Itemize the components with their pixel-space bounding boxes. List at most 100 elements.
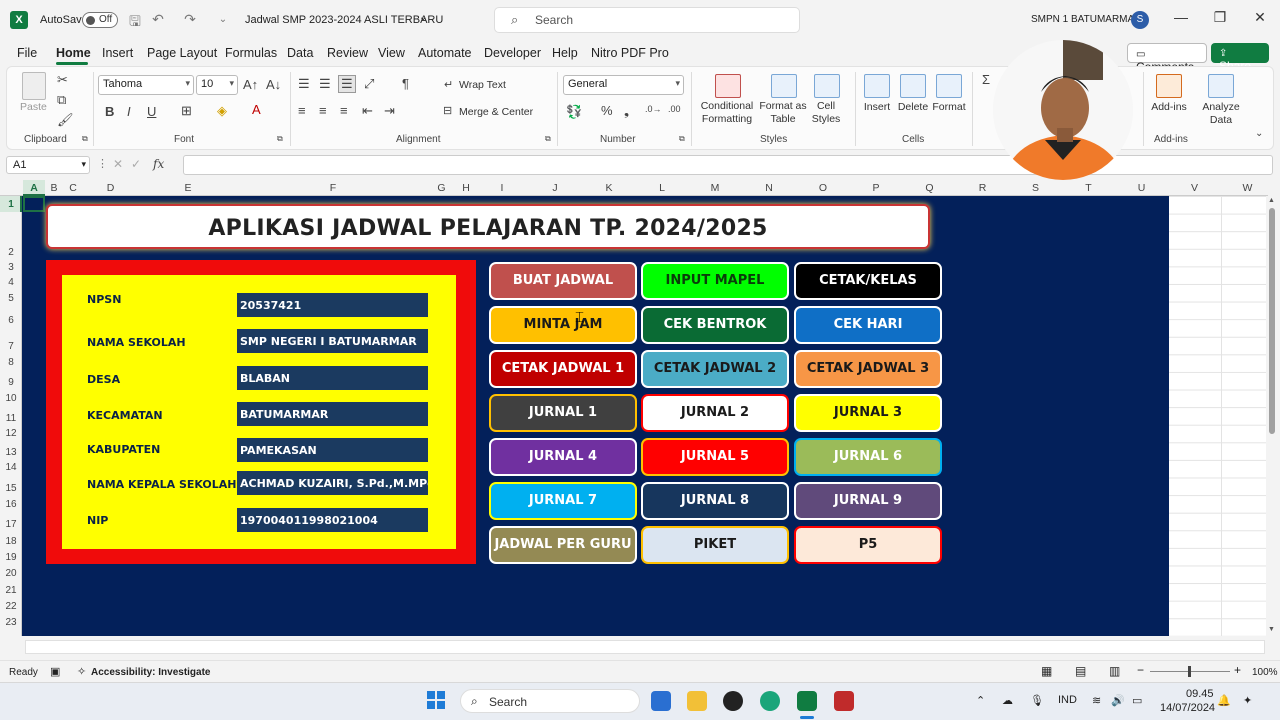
number-format-select[interactable]: General ▾ bbox=[563, 75, 684, 95]
conditional-formatting-icon[interactable] bbox=[715, 74, 741, 98]
cek-hari-button[interactable]: CEK HARI bbox=[794, 306, 942, 344]
tab-data[interactable]: Data bbox=[287, 46, 313, 60]
row-header[interactable]: 15 bbox=[0, 483, 22, 494]
tab-help[interactable]: Help bbox=[552, 46, 578, 60]
row-header[interactable]: 23 bbox=[0, 617, 22, 628]
column-header[interactable]: B bbox=[45, 182, 63, 194]
orientation-icon[interactable]: ⤢ bbox=[364, 76, 374, 92]
piket-button[interactable]: PIKET bbox=[641, 526, 789, 564]
column-header[interactable]: D bbox=[83, 182, 138, 194]
column-header[interactable]: F bbox=[238, 182, 428, 194]
row-header[interactable]: 18 bbox=[0, 536, 22, 547]
tab-insert[interactable]: Insert bbox=[102, 46, 133, 60]
jurnal-6-button[interactable]: JURNAL 6 bbox=[794, 438, 942, 476]
vertical-scroll-thumb[interactable] bbox=[1269, 208, 1275, 434]
column-header[interactable]: I bbox=[477, 182, 527, 194]
clipboard-launcher-icon[interactable]: ⧉ bbox=[82, 134, 88, 144]
jurnal-8-button[interactable]: JURNAL 8 bbox=[641, 482, 789, 520]
column-header[interactable]: A bbox=[24, 182, 44, 194]
file-explorer-icon[interactable] bbox=[687, 691, 707, 711]
copilot-icon[interactable]: ✦ bbox=[1243, 694, 1252, 707]
tab-developer[interactable]: Developer bbox=[484, 46, 541, 60]
paste-icon[interactable] bbox=[22, 72, 46, 100]
info-value-village[interactable]: BLABAN bbox=[237, 366, 428, 390]
analyze-data-button[interactable]: Analyze Data bbox=[1196, 101, 1246, 127]
info-value-district[interactable]: BATUMARMAR bbox=[237, 402, 428, 426]
column-header[interactable]: W bbox=[1221, 182, 1274, 194]
jurnal-1-button[interactable]: JURNAL 1 bbox=[489, 394, 637, 432]
row-header[interactable]: 13 bbox=[0, 447, 22, 458]
autosave-toggle[interactable]: Off bbox=[82, 12, 118, 28]
row-header[interactable]: 6 bbox=[0, 315, 22, 326]
cetak-jadwal-1-button[interactable]: CETAK JADWAL 1 bbox=[489, 350, 637, 388]
align-middle-icon[interactable]: ☰ bbox=[319, 76, 331, 92]
jurnal-3-button[interactable]: JURNAL 3 bbox=[794, 394, 942, 432]
row-header[interactable]: 12 bbox=[0, 428, 22, 439]
tab-nitro-pdf[interactable]: Nitro PDF Pro bbox=[591, 46, 669, 60]
close-icon[interactable]: ✕ bbox=[1245, 9, 1275, 26]
comments-button[interactable]: ▭ Comments bbox=[1127, 43, 1207, 74]
clock-date[interactable]: 14/07/2024 bbox=[1160, 702, 1215, 714]
wifi-icon[interactable]: ≋ bbox=[1092, 694, 1101, 707]
row-header[interactable]: 19 bbox=[0, 552, 22, 563]
analyze-data-icon[interactable] bbox=[1208, 74, 1234, 98]
info-value-regency[interactable]: PAMEKASAN bbox=[237, 438, 428, 462]
align-top-icon[interactable]: ☰ bbox=[298, 76, 310, 92]
zoom-slider-thumb[interactable] bbox=[1188, 666, 1191, 677]
column-header[interactable]: S bbox=[1009, 182, 1062, 194]
row-header[interactable]: 11 bbox=[0, 413, 22, 424]
format-as-table-button[interactable]: Format as Table bbox=[758, 100, 808, 126]
format-table-icon[interactable] bbox=[771, 74, 797, 98]
cetak-kelas-button[interactable]: CETAK/KELAS bbox=[794, 262, 942, 300]
autosum-icon[interactable]: Σ bbox=[982, 72, 990, 87]
number-launcher-icon[interactable]: ⧉ bbox=[679, 134, 685, 144]
cell-styles-icon[interactable] bbox=[814, 74, 840, 98]
tab-file[interactable]: File bbox=[17, 46, 37, 60]
bold-icon[interactable]: B bbox=[105, 104, 114, 119]
row-header[interactable]: 21 bbox=[0, 585, 22, 596]
search-box[interactable]: ⌕ Search bbox=[494, 7, 800, 33]
tab-review[interactable]: Review bbox=[327, 46, 368, 60]
jurnal-5-button[interactable]: JURNAL 5 bbox=[641, 438, 789, 476]
text-direction-icon[interactable]: ¶ bbox=[402, 76, 409, 91]
horizontal-scrollbar[interactable] bbox=[25, 640, 1265, 654]
align-center-icon[interactable]: ≡ bbox=[319, 103, 327, 118]
cell-styles-button[interactable]: Cell Styles bbox=[806, 100, 846, 126]
format-cells-icon[interactable] bbox=[936, 74, 962, 98]
borders-icon[interactable]: ⊞ bbox=[181, 103, 192, 119]
increase-decimal-icon[interactable]: .0→ bbox=[645, 104, 662, 114]
column-header[interactable]: Q bbox=[903, 182, 956, 194]
cut-icon[interactable]: ✂ bbox=[57, 72, 68, 88]
column-header[interactable]: U bbox=[1115, 182, 1168, 194]
comma-icon[interactable]: ❟ bbox=[624, 103, 629, 119]
decrease-font-icon[interactable]: A↓ bbox=[266, 77, 281, 92]
page-break-view-icon[interactable]: ▥ bbox=[1109, 664, 1120, 678]
row-header[interactable]: 10 bbox=[0, 393, 22, 404]
column-header[interactable]: C bbox=[63, 182, 83, 194]
minimize-icon[interactable]: — bbox=[1166, 9, 1196, 25]
copy-icon[interactable]: ⧉ bbox=[57, 92, 66, 108]
document-title[interactable]: Jadwal SMP 2023-2024 ASLI TERBARU bbox=[245, 14, 443, 26]
accounting-icon[interactable]: 💱 bbox=[566, 104, 582, 120]
tab-view[interactable]: View bbox=[378, 46, 405, 60]
row-header[interactable]: 22 bbox=[0, 601, 22, 612]
microphone-icon[interactable]: 🎙 bbox=[1030, 694, 1044, 707]
font-name-select[interactable]: Tahoma ▾ bbox=[98, 75, 194, 95]
decrease-indent-icon[interactable]: ⇤ bbox=[362, 103, 373, 119]
row-header[interactable]: 17 bbox=[0, 519, 22, 530]
avatar[interactable]: S bbox=[1131, 11, 1149, 29]
font-launcher-icon[interactable]: ⧉ bbox=[277, 134, 283, 144]
conditional-formatting-button[interactable]: Conditional Formatting bbox=[697, 100, 757, 126]
row-header[interactable]: 4 bbox=[0, 277, 22, 288]
confirm-entry-icon[interactable]: ✓ bbox=[131, 157, 141, 171]
volume-icon[interactable]: 🔊 bbox=[1111, 694, 1125, 707]
info-value-principal[interactable]: ACHMAD KUZAIRI, S.Pd.,M.MPd. bbox=[237, 471, 428, 495]
row-header[interactable]: 9 bbox=[0, 377, 22, 388]
column-header[interactable]: K bbox=[583, 182, 635, 194]
normal-view-icon[interactable]: ▦ bbox=[1041, 664, 1052, 678]
delete-cells-button[interactable]: Delete bbox=[894, 101, 932, 114]
info-value-nip[interactable]: 197004011998021004 bbox=[237, 508, 428, 532]
tab-home[interactable]: Home bbox=[56, 46, 91, 60]
column-header[interactable]: V bbox=[1168, 182, 1221, 194]
column-header[interactable]: O bbox=[797, 182, 849, 194]
